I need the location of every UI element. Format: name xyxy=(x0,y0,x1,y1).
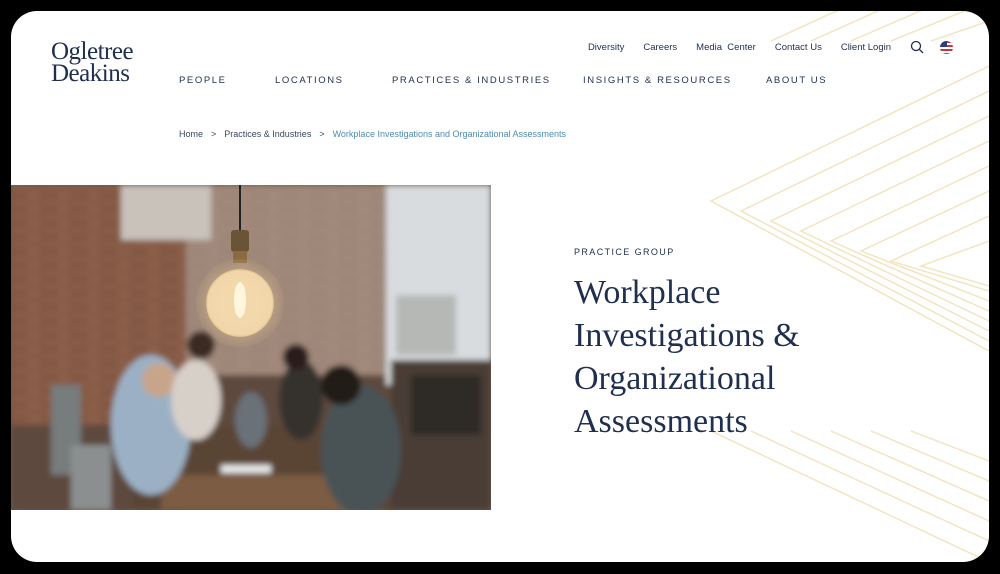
utility-nav: Diversity Careers Media Center Contact U… xyxy=(569,40,953,54)
breadcrumb-home[interactable]: Home xyxy=(179,129,203,139)
hero-image xyxy=(11,185,491,510)
nav-diversity[interactable]: Diversity xyxy=(588,42,624,53)
main-nav-locations[interactable]: LOCATIONS xyxy=(275,75,344,86)
page-title: Workplace Investigations & Organizationa… xyxy=(574,271,904,443)
nav-contact-us[interactable]: Contact Us xyxy=(775,42,822,53)
main-nav: PEOPLE LOCATIONS PRACTICES & INDUSTRIES … xyxy=(11,75,989,89)
search-icon[interactable] xyxy=(910,40,924,54)
page-title-line-3: Organizational xyxy=(574,360,776,397)
page-title-line-4: Assessments xyxy=(574,403,748,440)
us-flag-icon[interactable] xyxy=(940,40,953,54)
breadcrumb-separator: > xyxy=(319,129,325,139)
page-title-line-1: Workplace xyxy=(574,274,721,311)
browser-frame: Ogletree Deakins Diversity Careers Media… xyxy=(11,11,989,562)
main-nav-practices-industries[interactable]: PRACTICES & INDUSTRIES xyxy=(392,75,551,86)
main-nav-about-us[interactable]: ABOUT US xyxy=(766,75,827,86)
nav-client-login[interactable]: Client Login xyxy=(841,42,891,53)
breadcrumb-current: Workplace Investigations and Organizatio… xyxy=(332,129,567,139)
office-meeting-photo xyxy=(11,185,491,510)
breadcrumb-separator: > xyxy=(211,129,217,139)
page-title-line-2: Investigations & xyxy=(574,317,800,354)
practice-group-label: PRACTICE GROUP xyxy=(574,247,675,257)
nav-careers[interactable]: Careers xyxy=(643,42,677,53)
nav-media-center[interactable]: Media Center xyxy=(696,42,756,53)
main-nav-insights-resources[interactable]: INSIGHTS & RESOURCES xyxy=(583,75,732,86)
breadcrumb-practices[interactable]: Practices & Industries xyxy=(224,129,311,139)
main-nav-people[interactable]: PEOPLE xyxy=(179,75,227,86)
breadcrumb: Home > Practices & Industries > Workplac… xyxy=(179,129,566,139)
